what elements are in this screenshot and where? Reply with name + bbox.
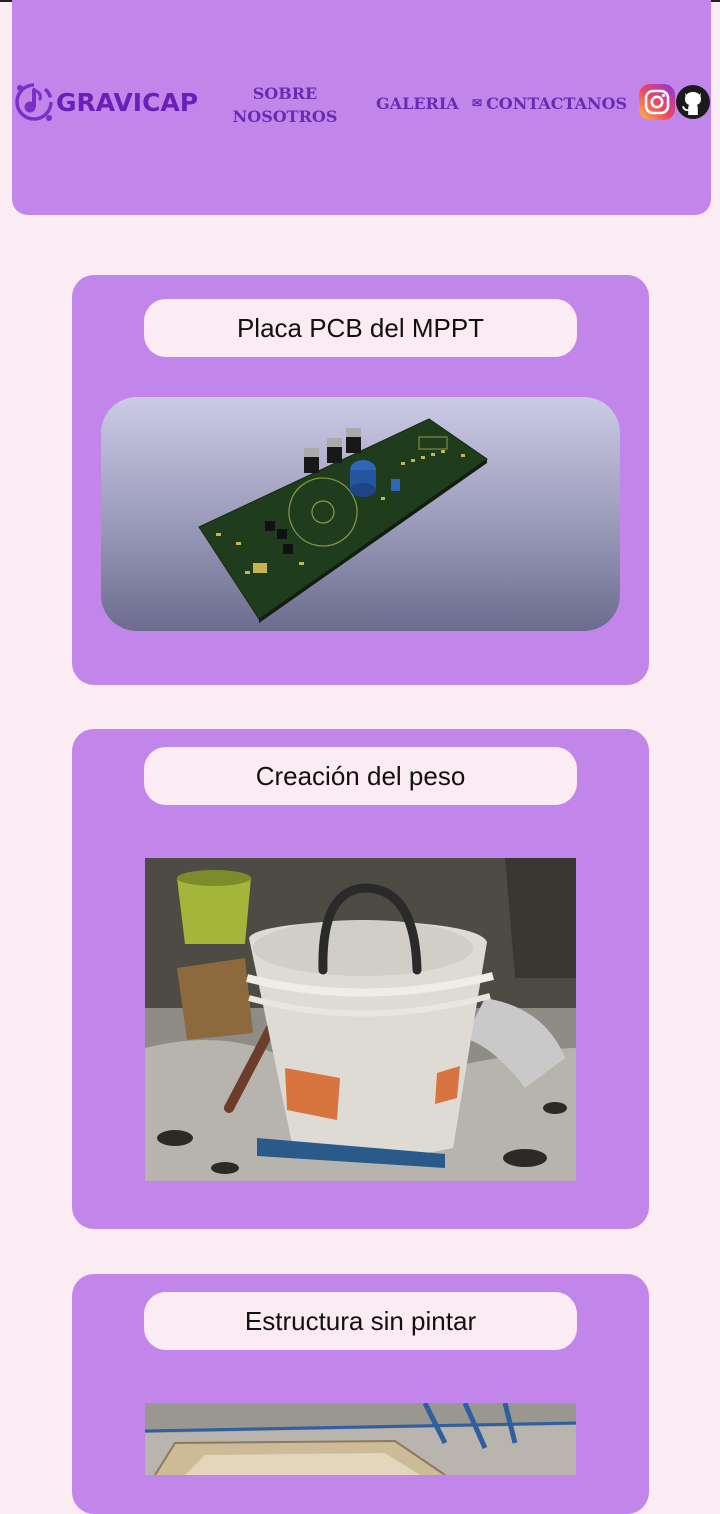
envelope-icon: ✉	[472, 96, 483, 110]
gallery-card-title: Creación del peso	[144, 747, 577, 805]
nav-link-about[interactable]: SOBRE NOSOTROS	[224, 82, 346, 128]
gravicap-logo-icon	[15, 83, 53, 121]
instagram-icon	[644, 89, 670, 115]
gallery-card-title: Estructura sin pintar	[144, 1292, 577, 1350]
bucket-photo-graphic	[145, 858, 576, 1181]
nav-link-contact-label: CONTACTANOS	[486, 94, 628, 113]
gallery-card-title: Placa PCB del MPPT	[144, 299, 577, 357]
gallery-card: Placa PCB del MPPT	[72, 275, 649, 685]
weight-bucket-image	[145, 858, 576, 1181]
structure-image	[145, 1403, 576, 1475]
gallery-card: Estructura sin pintar	[72, 1274, 649, 1514]
nav-link-gallery[interactable]: GALERIA	[376, 92, 459, 115]
github-icon	[676, 85, 710, 119]
nav-link-contact[interactable]: ✉ CONTACTANOS	[472, 92, 627, 115]
brand-name: GRAVICAP	[56, 87, 199, 117]
pcb-render-image	[101, 397, 620, 631]
structure-photo-graphic	[145, 1403, 576, 1475]
github-link[interactable]	[675, 84, 711, 120]
brand[interactable]: GRAVICAP	[12, 78, 198, 126]
instagram-link[interactable]	[639, 84, 675, 120]
pcb-board-graphic	[198, 418, 488, 623]
navbar: GRAVICAP SOBRE NOSOTROS GALERIA ✉ CONTAC…	[12, 0, 711, 215]
gallery-card: Creación del peso	[72, 729, 649, 1229]
